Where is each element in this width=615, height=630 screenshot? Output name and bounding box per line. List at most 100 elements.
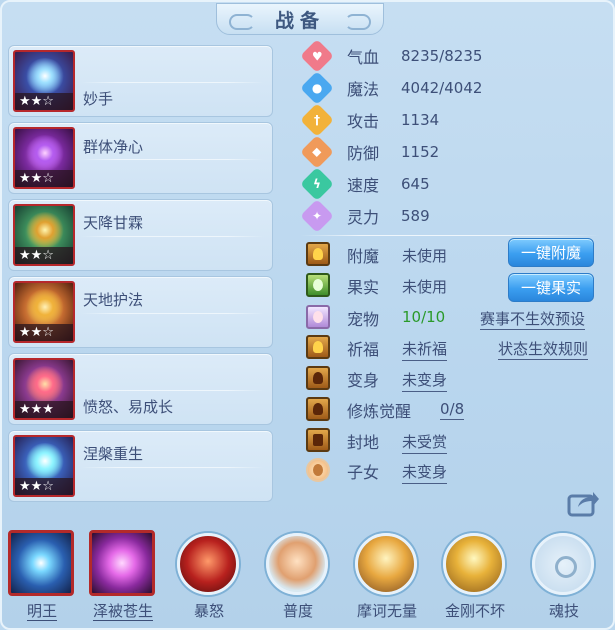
stat-row-defense: ◆ 防御 1152 bbox=[300, 135, 439, 169]
bottom-skill-jingang[interactable]: 金刚不坏 bbox=[441, 530, 509, 625]
skill-icon: ★★☆ bbox=[13, 435, 75, 497]
blessing-icon bbox=[306, 335, 330, 359]
pudu-skill-icon bbox=[266, 533, 328, 595]
bottom-skill-pudu[interactable]: 普度 bbox=[264, 530, 332, 625]
stat-label: 灵力 bbox=[347, 208, 380, 227]
stat-label: 防御 bbox=[347, 144, 380, 163]
event-preset-link[interactable]: 赛事不生效预设 bbox=[480, 308, 586, 330]
skill-icon: ★★☆ bbox=[13, 204, 75, 266]
bottom-skill-zebei[interactable]: 泽被苍生 bbox=[89, 530, 157, 625]
stat-value: 645 bbox=[401, 175, 430, 193]
stat-label: 速度 bbox=[347, 176, 380, 195]
skill-stars: ★★☆ bbox=[15, 478, 73, 495]
bottom-skill-mingwang[interactable]: 明王 bbox=[8, 530, 76, 625]
stat-label: 魔法 bbox=[347, 80, 380, 99]
mana-icon: ● bbox=[300, 71, 334, 105]
skill-name: 涅槃重生 bbox=[83, 445, 144, 463]
bottom-skill-label: 金刚不坏 bbox=[444, 602, 505, 620]
skill-card[interactable]: ★★☆ 天降甘霖 bbox=[8, 199, 273, 271]
share-icon[interactable] bbox=[566, 488, 600, 518]
bottom-skill-hunji[interactable]: 魂技 bbox=[530, 530, 598, 625]
skill-icon: ★★☆ bbox=[13, 127, 75, 189]
stat-value: 1152 bbox=[401, 143, 440, 161]
mohe-skill-icon bbox=[355, 533, 417, 595]
attr-label: 子女 bbox=[347, 463, 380, 482]
mingwang-skill-icon bbox=[8, 530, 74, 596]
speed-icon: ϟ bbox=[300, 167, 334, 201]
transform-link[interactable]: 未变身 bbox=[402, 369, 448, 392]
transform-icon bbox=[306, 366, 330, 390]
jingang-skill-icon bbox=[443, 533, 505, 595]
cultivation-icon bbox=[306, 397, 330, 421]
attr-value: 未使用 bbox=[402, 247, 448, 265]
bottom-skill-label: 魂技 bbox=[548, 602, 579, 620]
skill-stars: ★★☆ bbox=[15, 247, 73, 264]
children-link[interactable]: 未变身 bbox=[402, 461, 448, 484]
attr-value: 未使用 bbox=[402, 278, 448, 296]
divider bbox=[300, 235, 600, 236]
skill-icon: ★★★ bbox=[13, 358, 75, 420]
child-icon bbox=[306, 458, 330, 482]
skill-name: 群体净心 bbox=[83, 138, 144, 156]
heart-icon: ♥ bbox=[300, 39, 334, 73]
shield-icon: ◆ bbox=[300, 135, 334, 169]
bottom-skill-baonu[interactable]: 暴怒 bbox=[175, 530, 243, 625]
skill-stars: ★★☆ bbox=[15, 170, 73, 187]
sword-icon: † bbox=[300, 103, 334, 137]
attr-label: 变身 bbox=[347, 371, 380, 390]
enchant-icon bbox=[306, 242, 330, 266]
skill-card[interactable]: ★★★ 愤怒、易成长 bbox=[8, 353, 273, 425]
stat-label: 攻击 bbox=[347, 112, 380, 131]
blessing-link[interactable]: 未祈福 bbox=[402, 338, 448, 361]
skill-card[interactable]: ★★☆ 妙手 bbox=[8, 45, 273, 117]
skill-name: 妙手 bbox=[83, 90, 114, 108]
fief-link[interactable]: 未受赏 bbox=[402, 431, 448, 454]
skill-icon: ★★☆ bbox=[13, 281, 75, 343]
stat-row-speed: ϟ 速度 645 bbox=[300, 167, 430, 201]
attr-label: 宠物 bbox=[347, 310, 380, 329]
fruit-icon bbox=[306, 273, 330, 297]
bottom-skill-label: 泽被苍生 bbox=[92, 602, 153, 621]
skill-name: 愤怒、易成长 bbox=[83, 398, 174, 416]
stat-value: 589 bbox=[401, 207, 430, 225]
skill-card[interactable]: ★★☆ 群体净心 bbox=[8, 122, 273, 194]
one-click-enchant-button[interactable]: 一键附魔 bbox=[508, 238, 594, 267]
stat-row-mp: ● 魔法 4042/4042 bbox=[300, 71, 482, 105]
panel-title-banner: 战备 bbox=[216, 3, 384, 35]
stat-row-attack: † 攻击 1134 bbox=[300, 103, 439, 137]
attr-label: 附魔 bbox=[347, 247, 380, 266]
baonu-skill-icon bbox=[177, 533, 239, 595]
stat-row-spirit: ✦ 灵力 589 bbox=[300, 199, 430, 233]
panel-title: 战备 bbox=[274, 9, 325, 32]
stat-value: 4042/4042 bbox=[401, 79, 483, 97]
skill-stars: ★★★ bbox=[15, 401, 73, 418]
fief-icon bbox=[306, 428, 330, 452]
bottom-skill-label: 摩诃无量 bbox=[356, 602, 417, 620]
one-click-fruit-button[interactable]: 一键果实 bbox=[508, 273, 594, 302]
zebei-skill-icon bbox=[89, 530, 155, 596]
bottom-skill-mohe[interactable]: 摩诃无量 bbox=[353, 530, 421, 625]
bottom-skill-label: 暴怒 bbox=[193, 602, 224, 620]
stat-row-hp: ♥ 气血 8235/8235 bbox=[300, 39, 482, 73]
bottom-skill-label: 明王 bbox=[26, 602, 57, 621]
bottom-skill-label: 普度 bbox=[282, 602, 313, 620]
spirit-icon: ✦ bbox=[300, 199, 334, 233]
skill-stars: ★★☆ bbox=[15, 93, 73, 110]
cultivation-link[interactable]: 0/8 bbox=[440, 400, 465, 420]
soul-skill-icon bbox=[532, 533, 594, 595]
attr-label: 祈福 bbox=[347, 340, 380, 359]
pet-icon bbox=[306, 305, 330, 329]
skill-card[interactable]: ★★☆ 天地护法 bbox=[8, 276, 273, 348]
status-rules-link[interactable]: 状态生效规则 bbox=[498, 338, 589, 360]
attr-label: 修炼觉醒 bbox=[347, 402, 412, 421]
skill-name: 天降甘霖 bbox=[83, 214, 144, 232]
skill-stars: ★★☆ bbox=[15, 324, 73, 341]
pet-count: 10/10 bbox=[402, 308, 446, 326]
stat-value: 8235/8235 bbox=[401, 47, 483, 65]
skill-card[interactable]: ★★☆ 涅槃重生 bbox=[8, 430, 273, 502]
stat-value: 1134 bbox=[401, 111, 440, 129]
attr-label: 果实 bbox=[347, 278, 380, 297]
attr-label: 封地 bbox=[347, 433, 380, 452]
skill-name: 天地护法 bbox=[83, 291, 144, 309]
stat-label: 气血 bbox=[347, 48, 380, 67]
